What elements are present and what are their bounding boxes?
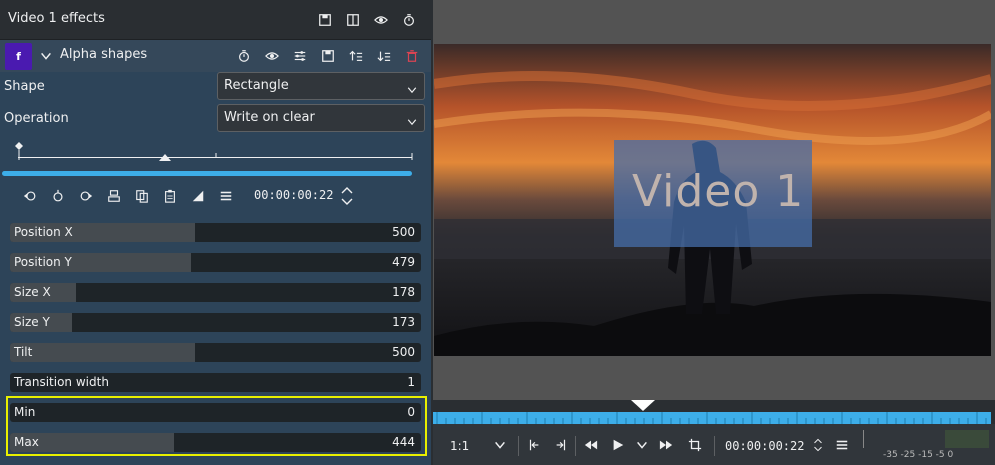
audio-scale: -35 -25 -15 -5 0: [883, 450, 954, 460]
chevron-down-icon[interactable]: [39, 48, 53, 62]
slider-value: 173: [392, 315, 415, 329]
zoom-select[interactable]: 1:1: [450, 439, 469, 453]
slider-position-y[interactable]: Position Y 479: [10, 253, 421, 272]
monitor-timecode[interactable]: 00:00:00:22: [725, 439, 804, 453]
slider-position-x[interactable]: Position X 500: [10, 223, 421, 242]
slider-size-x[interactable]: Size X 178: [10, 283, 421, 302]
monitor-toolbar: 1:1 00:00:00:22 -35 -25 -15 -5 0: [433, 424, 995, 465]
audio-meter-marker: [863, 430, 864, 448]
keyframe-ruler[interactable]: [15, 142, 414, 174]
menu-icon[interactable]: [216, 186, 236, 206]
slider-label: Position Y: [14, 255, 72, 269]
delete-effect-icon[interactable]: [402, 46, 422, 66]
slider-label: Size X: [14, 285, 51, 299]
move-up-icon[interactable]: [346, 46, 366, 66]
shape-combobox[interactable]: Rectangle: [217, 72, 425, 100]
chevron-down-icon[interactable]: [491, 436, 509, 454]
effect-titlebar: f Alpha shapes: [0, 40, 431, 72]
operation-value: Write on clear: [224, 110, 315, 125]
rewind-icon[interactable]: [582, 436, 600, 454]
eye-icon[interactable]: [371, 10, 391, 30]
save-effect-stack-icon[interactable]: [315, 10, 335, 30]
set-zone-out-icon[interactable]: [552, 436, 570, 454]
paste-icon[interactable]: [160, 186, 180, 206]
align-center-icon[interactable]: [104, 186, 124, 206]
slider-value: 500: [392, 345, 415, 359]
slider-value: 1: [407, 375, 415, 389]
timeline-ruler-bar[interactable]: [433, 412, 991, 424]
slider-label: Position X: [14, 225, 73, 239]
keyframe-marks: [15, 142, 413, 161]
slider-transition-width[interactable]: Transition width 1: [10, 373, 421, 392]
highlight-box: [6, 396, 427, 456]
settings-sliders-icon[interactable]: [290, 46, 310, 66]
audio-level-meter: [945, 430, 989, 448]
operation-label: Operation: [4, 111, 69, 126]
save-icon[interactable]: [318, 46, 338, 66]
slider-value: 500: [392, 225, 415, 239]
effect-name: Alpha shapes: [60, 47, 148, 62]
interpolation-icon[interactable]: [188, 186, 208, 206]
keyframe-toolbar: 00:00:00:22: [18, 186, 418, 208]
overlay-title: Video 1: [632, 166, 805, 217]
stopwatch-icon[interactable]: [234, 46, 254, 66]
video-preview[interactable]: Video 1: [434, 44, 991, 356]
move-down-icon[interactable]: [374, 46, 394, 66]
slider-tilt[interactable]: Tilt 500: [10, 343, 421, 362]
playhead-marker[interactable]: [631, 400, 655, 411]
slider-label: Tilt: [14, 345, 33, 359]
fast-forward-icon[interactable]: [657, 436, 675, 454]
slider-label: Transition width: [14, 375, 109, 389]
copy-icon[interactable]: [132, 186, 152, 206]
set-zone-in-icon[interactable]: [525, 436, 543, 454]
chevron-down-icon: [406, 113, 418, 126]
previous-keyframe-icon[interactable]: [20, 186, 40, 206]
timecode-spinner-icon[interactable]: [340, 186, 354, 206]
chevron-down-icon: [406, 81, 418, 94]
effect-badge: f: [5, 43, 32, 70]
keyframe-diamond[interactable]: [15, 142, 23, 150]
slider-fill: [10, 343, 195, 362]
operation-combobox[interactable]: Write on clear: [217, 104, 425, 132]
timecode-spinner-icon[interactable]: [809, 436, 827, 454]
keyframe-range-bar: [2, 171, 412, 176]
effects-panel: Video 1 effects f Alpha shapes Shape Rec…: [0, 0, 431, 465]
add-keyframe-icon[interactable]: [48, 186, 68, 206]
menu-icon[interactable]: [833, 436, 851, 454]
stopwatch-icon[interactable]: [399, 10, 419, 30]
slider-label: Size Y: [14, 315, 50, 329]
split-compare-icon[interactable]: [343, 10, 363, 30]
slider-size-y[interactable]: Size Y 173: [10, 313, 421, 332]
eye-icon[interactable]: [262, 46, 282, 66]
crop-icon[interactable]: [686, 436, 704, 454]
slider-value: 178: [392, 285, 415, 299]
next-keyframe-icon[interactable]: [76, 186, 96, 206]
keyframe-cursor[interactable]: [159, 154, 171, 161]
keyframe-timecode[interactable]: 00:00:00:22: [254, 188, 333, 202]
panel-header: Video 1 effects: [0, 0, 431, 40]
shape-label: Shape: [4, 79, 45, 94]
slider-value: 479: [392, 255, 415, 269]
clip-monitor: Video 1 1:1 00:00:00:22 -35 -25 -15 -5 0: [433, 0, 995, 465]
play-icon[interactable]: [609, 436, 627, 454]
chevron-down-icon[interactable]: [633, 436, 651, 454]
shape-value: Rectangle: [224, 78, 289, 93]
panel-title: Video 1 effects: [8, 11, 105, 26]
effect-body: f Alpha shapes Shape Rectangle Operation…: [0, 40, 431, 465]
